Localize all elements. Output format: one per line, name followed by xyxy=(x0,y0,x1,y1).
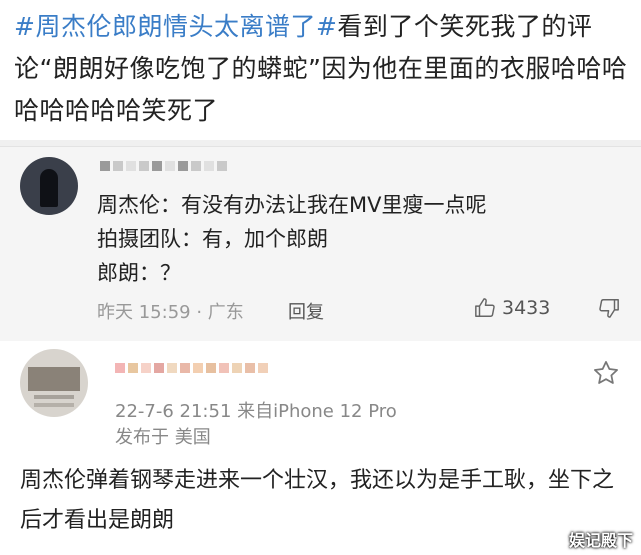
comment-card: 22-7-6 21:51 来自iPhone 12 Pro 发布于 美国 周杰伦弹… xyxy=(0,341,641,555)
avatar[interactable] xyxy=(20,349,88,417)
comment-line: 周杰伦：有没有办法让我在MV里瘦一点呢 xyxy=(97,193,487,217)
comment-meta: 昨天 15:59 · 广东 xyxy=(97,302,244,323)
watermark: 娱记殿下 xyxy=(568,531,633,550)
comment-card: 周杰伦：有没有办法让我在MV里瘦一点呢 拍摄团队：有，加个郎朗 郎朗：？ 昨天 … xyxy=(0,146,641,342)
comment-date-device: 22-7-6 21:51 来自iPhone 12 Pro xyxy=(115,401,397,422)
comment-line: 郎朗：？ xyxy=(97,261,181,285)
like-button[interactable]: 3433 xyxy=(474,297,550,319)
post: #周杰伦郎朗情头太离谱了#看到了个笑死我了的评论“朗朗好像吃饱了的蟒蛇”因为他在… xyxy=(0,0,641,140)
comment-text: 周杰伦弹着钢琴走进来一个壮汉，我还以为是手工耿，坐下之后才看出是朗朗 xyxy=(20,468,615,533)
favorite-button[interactable] xyxy=(592,359,620,391)
comment-location: 发布于 美国 xyxy=(115,427,211,448)
avatar[interactable] xyxy=(20,157,78,215)
post-text: #周杰伦郎朗情头太离谱了#看到了个笑死我了的评论“朗朗好像吃饱了的蟒蛇”因为他在… xyxy=(14,6,634,132)
thumbs-up-icon xyxy=(475,298,495,317)
post-hashtag[interactable]: #周杰伦郎朗情头太离谱了# xyxy=(14,12,337,41)
reply-button[interactable]: 回复 xyxy=(288,298,324,324)
like-count: 3433 xyxy=(502,297,551,319)
dislike-button[interactable] xyxy=(598,297,620,323)
comment-line: 拍摄团队：有，加个郎朗 xyxy=(97,227,328,251)
username-blurred[interactable] xyxy=(100,161,227,171)
username-blurred[interactable] xyxy=(115,363,268,373)
star-icon xyxy=(594,361,618,384)
thumbs-down-icon xyxy=(599,299,619,318)
